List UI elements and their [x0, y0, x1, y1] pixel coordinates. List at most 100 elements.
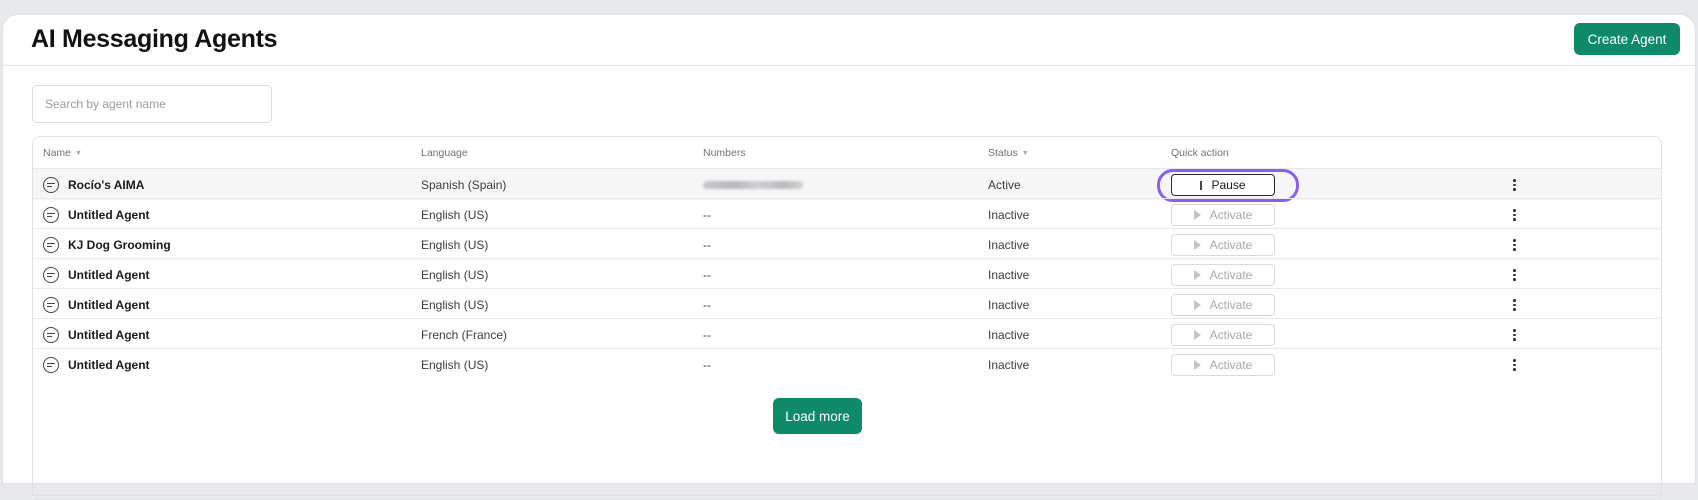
agent-numbers	[703, 169, 803, 201]
agent-numbers: --	[703, 298, 711, 312]
table-row[interactable]: Rocío's AIMA Spanish (Spain) Active Pause	[33, 168, 1661, 202]
chat-bubble-icon	[43, 267, 59, 283]
kebab-menu-icon[interactable]	[1509, 327, 1520, 343]
row-menu-cell	[1509, 229, 1520, 261]
table-row[interactable]: Untitled Agent French (France) -- Inactive A…	[33, 318, 1661, 350]
agent-status: Inactive	[988, 208, 1030, 222]
activate-button[interactable]: Activate	[1171, 264, 1275, 286]
agent-name: Untitled Agent	[68, 328, 150, 342]
sort-caret-icon: ▼	[75, 149, 82, 157]
table-row[interactable]: Untitled Agent English (US) -- Inactive Acti…	[33, 348, 1661, 380]
pause-button[interactable]: Pause	[1171, 174, 1275, 196]
quick-action-cell: Activate	[1171, 199, 1275, 231]
agent-name: Untitled Agent	[68, 208, 150, 222]
chat-bubble-icon	[43, 327, 59, 343]
agent-language: English (US)	[421, 298, 489, 312]
agent-name-cell[interactable]: Untitled Agent	[43, 289, 150, 321]
quick-action-cell: Pause	[1171, 169, 1275, 201]
play-icon	[1193, 300, 1201, 310]
table-row[interactable]: KJ Dog Grooming English (US) -- Inactive Act…	[33, 228, 1661, 260]
agent-language: English (US)	[421, 208, 489, 222]
agent-status: Inactive	[988, 358, 1030, 372]
agent-name-cell[interactable]: Rocío's AIMA	[43, 169, 144, 201]
agent-name-cell[interactable]: Untitled Agent	[43, 349, 150, 381]
agent-language: French (France)	[421, 328, 508, 342]
agent-status: Inactive	[988, 328, 1030, 342]
chat-bubble-icon	[43, 297, 59, 313]
agent-language: Spanish (Spain)	[421, 178, 507, 192]
agent-status: Inactive	[988, 238, 1030, 252]
agent-name: Rocío's AIMA	[68, 178, 145, 192]
page-header: AI Messaging Agents Create Agent	[3, 15, 1695, 66]
load-more-button[interactable]: Load more	[773, 398, 862, 434]
quick-action-cell: Activate	[1171, 319, 1275, 351]
kebab-menu-icon[interactable]	[1509, 357, 1520, 373]
agent-status: Inactive	[988, 298, 1030, 312]
agent-language: English (US)	[421, 268, 489, 282]
agent-language: English (US)	[421, 238, 489, 252]
quick-action-cell: Activate	[1171, 259, 1275, 291]
chat-bubble-icon	[43, 237, 59, 253]
row-menu-cell	[1509, 319, 1520, 351]
activate-button[interactable]: Activate	[1171, 204, 1275, 226]
play-icon	[1193, 210, 1201, 220]
agent-numbers: --	[703, 268, 711, 282]
create-agent-button[interactable]: Create Agent	[1574, 23, 1680, 55]
kebab-menu-icon[interactable]	[1509, 297, 1520, 313]
agent-name-cell[interactable]: Untitled Agent	[43, 319, 150, 351]
table-header: Name ▼ Language Numbers Status ▼ Quick a…	[33, 137, 1661, 169]
activate-button[interactable]: Activate	[1171, 234, 1275, 256]
column-header-quick-action: Quick action	[1171, 147, 1229, 159]
table-row[interactable]: Untitled Agent English (US) -- Inactive Acti…	[33, 198, 1661, 230]
quick-action-cell: Activate	[1171, 289, 1275, 321]
table-row[interactable]: Untitled Agent English (US) -- Inactive Acti…	[33, 288, 1661, 320]
chat-bubble-icon	[43, 357, 59, 373]
agent-name: KJ Dog Grooming	[68, 238, 171, 252]
agent-status: Active	[988, 178, 1021, 192]
search-input[interactable]	[32, 85, 272, 123]
kebab-menu-icon[interactable]	[1509, 177, 1520, 193]
agent-name-cell[interactable]: KJ Dog Grooming	[43, 229, 171, 261]
agent-numbers: --	[703, 238, 711, 252]
agent-numbers: --	[703, 358, 711, 372]
chat-bubble-icon	[43, 177, 59, 193]
column-header-name[interactable]: Name ▼	[43, 147, 82, 159]
kebab-menu-icon[interactable]	[1509, 237, 1520, 253]
activate-button[interactable]: Activate	[1171, 294, 1275, 316]
row-menu-cell	[1509, 199, 1520, 231]
sort-caret-icon: ▼	[1021, 149, 1029, 157]
row-menu-cell	[1509, 289, 1520, 321]
redacted-phone-number	[703, 181, 803, 189]
page-title: AI Messaging Agents	[31, 25, 278, 53]
activate-button[interactable]: Activate	[1171, 354, 1275, 376]
agent-numbers: --	[703, 208, 711, 222]
kebab-menu-icon[interactable]	[1509, 207, 1520, 223]
kebab-menu-icon[interactable]	[1509, 267, 1520, 283]
play-icon	[1193, 240, 1201, 250]
agents-panel: AI Messaging Agents Create Agent Name ▼ …	[2, 14, 1696, 500]
agent-name: Untitled Agent	[68, 298, 150, 312]
pause-icon	[1200, 180, 1203, 190]
play-icon	[1193, 360, 1201, 370]
quick-action-cell: Activate	[1171, 349, 1275, 381]
column-header-numbers: Numbers	[703, 147, 746, 159]
agent-name: Untitled Agent	[68, 268, 150, 282]
chat-bubble-icon	[43, 207, 59, 223]
agent-numbers: --	[703, 328, 711, 342]
agent-status: Inactive	[988, 268, 1030, 282]
agents-table: Name ▼ Language Numbers Status ▼ Quick a…	[32, 136, 1662, 500]
row-menu-cell	[1509, 259, 1520, 291]
agent-name-cell[interactable]: Untitled Agent	[43, 259, 150, 291]
column-header-language: Language	[421, 147, 468, 159]
table-row[interactable]: Untitled Agent English (US) -- Inactive Acti…	[33, 258, 1661, 290]
play-icon	[1193, 330, 1201, 340]
activate-button[interactable]: Activate	[1171, 324, 1275, 346]
row-menu-cell	[1509, 349, 1520, 381]
agent-language: English (US)	[421, 358, 489, 372]
agent-name: Untitled Agent	[68, 358, 150, 372]
quick-action-cell: Activate	[1171, 229, 1275, 261]
row-menu-cell	[1509, 169, 1520, 201]
play-icon	[1193, 270, 1201, 280]
agent-name-cell[interactable]: Untitled Agent	[43, 199, 150, 231]
column-header-status[interactable]: Status ▼	[988, 147, 1029, 159]
